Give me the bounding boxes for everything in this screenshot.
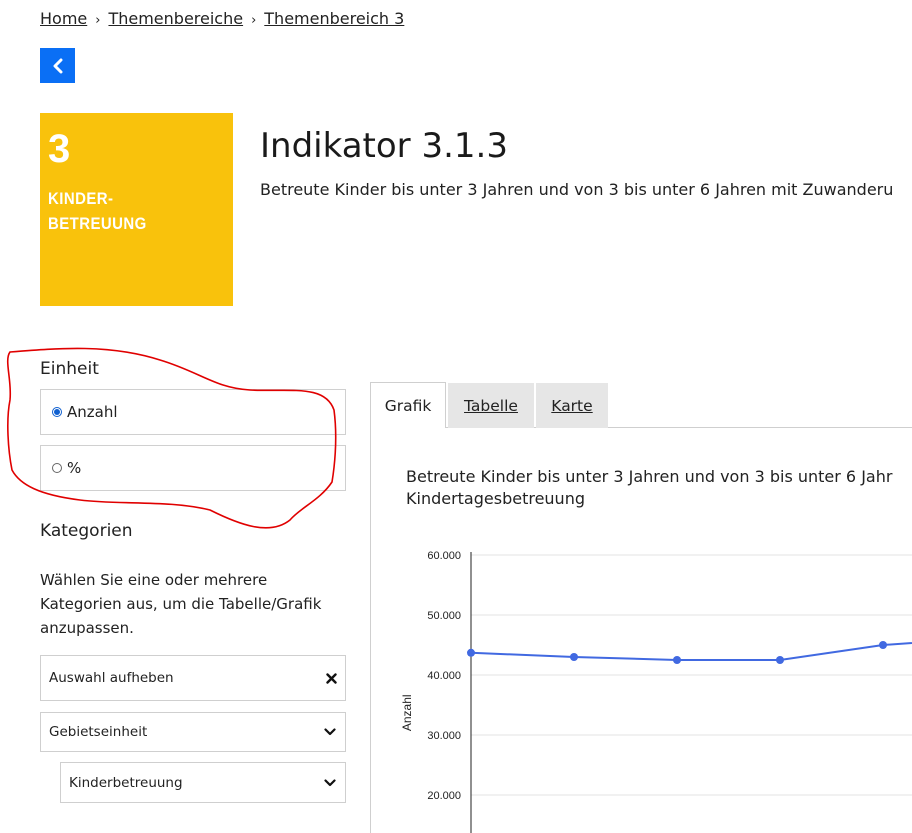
chart-title-line1: Betreute Kinder bis unter 3 Jahren und v… (406, 467, 893, 486)
dropdown-label: Gebietseinheit (49, 724, 148, 740)
data-point (879, 641, 887, 649)
breadcrumb-link-themenbereich[interactable]: Themenbereich 3 (264, 9, 404, 28)
theme-label-line1: KINDER- (48, 189, 114, 208)
back-button[interactable] (40, 48, 75, 83)
data-point (570, 653, 578, 661)
close-icon (326, 672, 337, 684)
chevron-down-icon (324, 728, 336, 736)
tab-label: Grafik (384, 396, 432, 415)
breadcrumb-link-home[interactable]: Home (40, 9, 87, 28)
tab-karte[interactable]: Karte (536, 383, 608, 428)
data-point (467, 648, 475, 657)
tab-tabelle[interactable]: Tabelle (448, 383, 534, 428)
series-line (470, 641, 912, 661)
clear-selection-button[interactable]: Auswahl aufheben (40, 655, 346, 701)
data-point (776, 656, 784, 664)
y-tick-label: 20.000 (427, 790, 461, 802)
page-subtitle: Betreute Kinder bis unter 3 Jahren und v… (260, 180, 894, 199)
y-tick-label: 40.000 (427, 670, 461, 682)
y-tick-label: 30.000 (427, 730, 461, 742)
y-tick-label: 60.000 (427, 550, 461, 562)
tab-label: Tabelle (464, 396, 518, 415)
y-tick-label: 50.000 (427, 610, 461, 622)
breadcrumb: Home › Themenbereiche › Themenbereich 3 (40, 9, 404, 28)
categories-help-text: Wählen Sie eine oder mehrere Kategorien … (40, 571, 322, 637)
y-axis-label: Anzahl (400, 694, 414, 731)
data-point (673, 656, 681, 664)
chevron-down-icon (324, 778, 336, 786)
categories-heading: Kategorien (40, 521, 133, 541)
breadcrumb-separator: › (95, 13, 101, 28)
red-circle-annotation (6, 347, 337, 529)
page-title: Indikator 3.1.3 (260, 126, 508, 166)
panel-border (370, 427, 371, 833)
chart-title: Betreute Kinder bis unter 3 Jahren und v… (406, 466, 892, 510)
breadcrumb-link-themenbereiche[interactable]: Themenbereiche (108, 9, 243, 28)
clear-selection-label: Auswahl aufheben (49, 670, 174, 686)
theme-tile: 3 KINDER- BETREUUNG (40, 113, 233, 306)
theme-label-line2: BETREUUNG (48, 214, 147, 233)
line-chart: 20.000 30.000 40.000 50.000 60.000 Anzahl (400, 550, 912, 833)
tab-label: Karte (551, 396, 593, 415)
dropdown-label: Kinderbetreuung (69, 774, 183, 791)
theme-number: 3 (48, 127, 72, 171)
chart-title-line2: Kindertagesbetreuung (406, 489, 585, 508)
dropdown-gebietseinheit[interactable]: Gebietseinheit (40, 712, 346, 752)
tab-grafik[interactable]: Grafik (370, 382, 446, 428)
chevron-left-icon (53, 58, 62, 73)
breadcrumb-separator: › (251, 13, 257, 28)
dropdown-kinderbetreuung[interactable]: Kinderbetreuung (60, 762, 346, 803)
